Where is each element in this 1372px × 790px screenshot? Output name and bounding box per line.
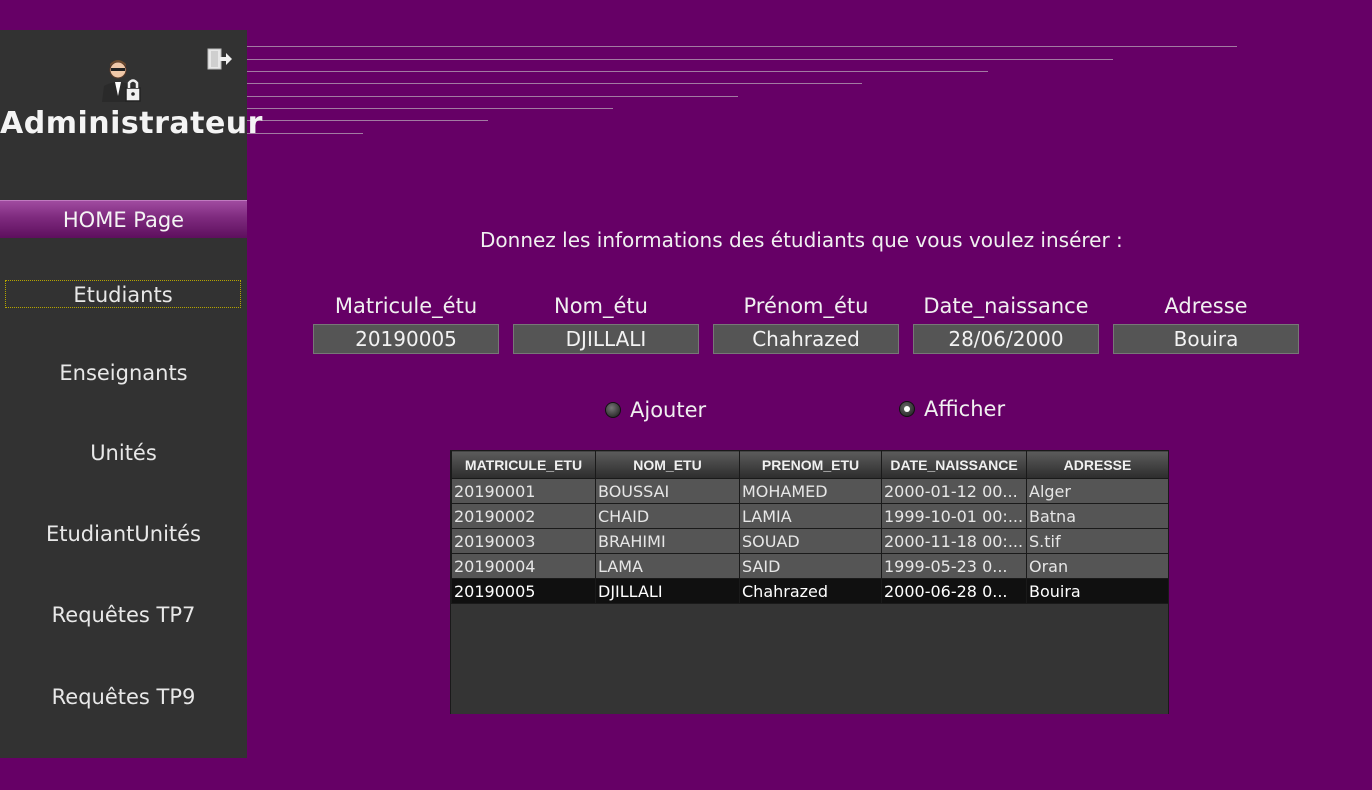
form-prompt: Donnez les informations des étudiants qu… bbox=[480, 228, 1123, 252]
table-cell: 20190003 bbox=[451, 528, 596, 554]
column-header-prenom[interactable]: PRENOM_ETU bbox=[739, 450, 882, 479]
table-row[interactable]: 20190002 CHAID LAMIA 1999-10-01 00:... B… bbox=[451, 503, 1168, 529]
adresse-input[interactable] bbox=[1113, 324, 1299, 354]
table-cell: BRAHIMI bbox=[595, 528, 740, 554]
table-cell: 2000-01-12 00... bbox=[881, 478, 1027, 504]
table-cell: Chahrazed bbox=[739, 578, 882, 604]
table-row[interactable]: 20190001 BOUSSAI MOHAMED 2000-01-12 00..… bbox=[451, 478, 1168, 504]
admin-title: Administrateur bbox=[0, 106, 263, 141]
column-header-date-naissance[interactable]: DATE_NAISSANCE bbox=[881, 450, 1027, 479]
date-naissance-input[interactable] bbox=[913, 324, 1099, 354]
adresse-label: Adresse bbox=[1164, 294, 1248, 318]
table-cell: Bouira bbox=[1026, 578, 1168, 604]
table-row[interactable]: 20190004 LAMA SAID 1999-05-23 0... Oran bbox=[451, 553, 1168, 579]
table-cell: Alger bbox=[1026, 478, 1168, 504]
table-cell: 1999-10-01 00:... bbox=[881, 503, 1027, 529]
deco-line bbox=[247, 108, 613, 109]
deco-line bbox=[247, 133, 363, 134]
admin-lock-icon bbox=[98, 56, 148, 106]
table-cell: LAMA bbox=[595, 553, 740, 579]
deco-line bbox=[247, 96, 738, 97]
deco-line bbox=[247, 83, 862, 84]
column-header-adresse[interactable]: ADRESSE bbox=[1026, 450, 1168, 479]
sidebar-item-etudiants[interactable]: Etudiants bbox=[5, 280, 241, 308]
table-cell: LAMIA bbox=[739, 503, 882, 529]
table-cell: 20190005 bbox=[451, 578, 596, 604]
table-cell: Batna bbox=[1026, 503, 1168, 529]
deco-line bbox=[247, 120, 488, 121]
nom-label: Nom_étu bbox=[554, 294, 648, 318]
table-cell: S.tif bbox=[1026, 528, 1168, 554]
column-header-nom[interactable]: NOM_ETU bbox=[595, 450, 740, 479]
table-cell: 1999-05-23 0... bbox=[881, 553, 1027, 579]
table-header-row: MATRICULE_ETU NOM_ETU PRENOM_ETU DATE_NA… bbox=[451, 450, 1168, 479]
table-cell: 2000-11-18 00:... bbox=[881, 528, 1027, 554]
table-cell: 2000-06-28 0... bbox=[881, 578, 1027, 604]
sidebar-item-requetes-tp9[interactable]: Requêtes TP9 bbox=[0, 685, 247, 709]
matricule-label: Matricule_étu bbox=[334, 294, 478, 318]
prenom-input[interactable] bbox=[713, 324, 899, 354]
table-cell: CHAID bbox=[595, 503, 740, 529]
table-cell: Oran bbox=[1026, 553, 1168, 579]
sidebar-item-unites[interactable]: Unités bbox=[0, 441, 247, 465]
table-cell: MOHAMED bbox=[739, 478, 882, 504]
students-table[interactable]: MATRICULE_ETU NOM_ETU PRENOM_ETU DATE_NA… bbox=[450, 450, 1169, 714]
table-cell: SAID bbox=[739, 553, 882, 579]
table-row[interactable]: 20190003 BRAHIMI SOUAD 2000-11-18 00:...… bbox=[451, 528, 1168, 554]
table-row-selected[interactable]: 20190005 DJILLALI Chahrazed 2000-06-28 0… bbox=[451, 578, 1168, 604]
matricule-input[interactable] bbox=[313, 324, 499, 354]
ajouter-label: Ajouter bbox=[630, 398, 707, 422]
sidebar-item-etudiantunites[interactable]: EtudiantUnités bbox=[0, 522, 247, 546]
home-page-button[interactable]: HOME Page bbox=[0, 200, 247, 238]
ajouter-radio[interactable]: Ajouter bbox=[605, 398, 706, 422]
deco-line bbox=[247, 71, 988, 72]
table-cell: BOUSSAI bbox=[595, 478, 740, 504]
column-header-matricule[interactable]: MATRICULE_ETU bbox=[451, 450, 596, 479]
radio-unchecked-icon bbox=[605, 402, 621, 418]
sidebar-item-enseignants[interactable]: Enseignants bbox=[0, 361, 247, 385]
table-cell: SOUAD bbox=[739, 528, 882, 554]
prenom-label: Prénom_étu bbox=[743, 294, 869, 318]
table-cell: 20190002 bbox=[451, 503, 596, 529]
table-cell: 20190004 bbox=[451, 553, 596, 579]
table-cell: 20190001 bbox=[451, 478, 596, 504]
deco-line bbox=[247, 46, 1237, 47]
afficher-radio[interactable]: Afficher bbox=[899, 397, 1005, 421]
table-cell: DJILLALI bbox=[595, 578, 740, 604]
sidebar-item-requetes-tp7[interactable]: Requêtes TP7 bbox=[0, 603, 247, 627]
nom-input[interactable] bbox=[513, 324, 699, 354]
afficher-label: Afficher bbox=[924, 397, 1006, 421]
deco-line bbox=[247, 59, 1113, 60]
sidebar: Administrateur HOME Page Etudiants Ensei… bbox=[0, 30, 263, 758]
logout-icon[interactable] bbox=[205, 46, 233, 74]
date-naissance-label: Date_naissance bbox=[923, 294, 1089, 318]
radio-checked-icon bbox=[899, 401, 915, 417]
